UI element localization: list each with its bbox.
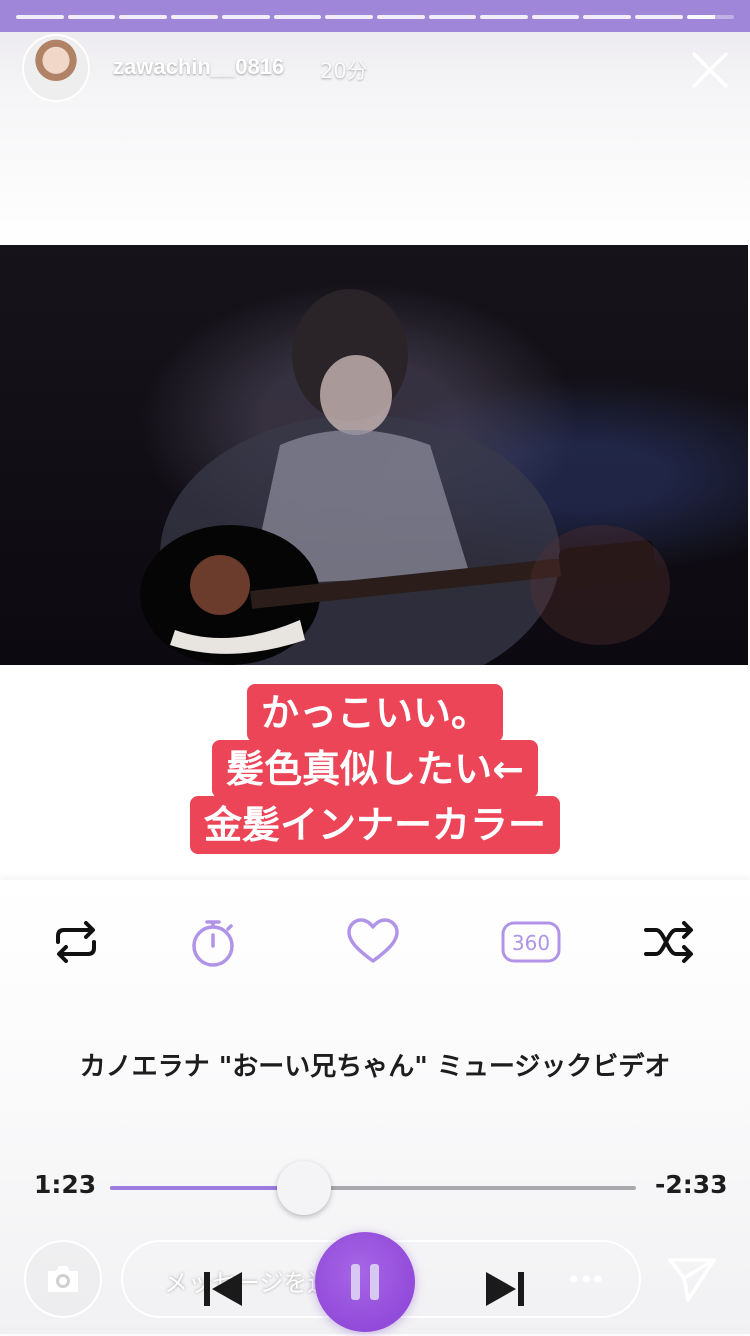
story-progress-segment [531,15,580,19]
pause-button[interactable] [315,1232,415,1332]
repeat-button[interactable] [48,914,104,970]
story-progress-segment [634,15,683,19]
story-progress-segment [325,15,374,19]
guitar-player-image [140,289,670,665]
repeat-icon [56,921,96,963]
timer-button[interactable] [185,914,241,970]
post-time: 20分 [320,59,368,83]
story-progress-segment [583,15,631,19]
seek-bar[interactable] [110,1161,636,1215]
close-icon [692,52,728,88]
shuffle-icon [644,921,693,963]
more-icon [570,1275,602,1283]
360-label: 360 [512,931,550,955]
story-progress-segment [480,15,528,19]
video-thumbnail[interactable] [0,245,748,665]
caption-line: 髪色真似したい← [212,740,538,798]
story-background [0,0,750,245]
story-progress-segment [222,15,270,19]
story-progress-segment [16,15,64,19]
song-title: カノエラナ "おーい兄ちゃん" ミュージックビデオ [79,1052,671,1082]
story-progress-segment [119,15,167,19]
timer-icon [192,920,234,967]
previous-track-button[interactable] [198,1266,248,1312]
shuffle-button[interactable] [642,914,698,970]
elapsed-time: 1:23 [34,1170,97,1199]
360-icon: 360 [501,921,561,963]
avatar[interactable] [24,36,88,100]
more-options-button[interactable] [566,1262,606,1296]
skip-previous-icon [204,1272,242,1306]
camera-icon [48,1266,78,1292]
heart-icon [347,918,399,963]
caption-line: かっこいい。 [246,684,503,742]
caption-line: 金髪インナーカラー [189,796,560,854]
skip-next-icon [486,1272,524,1306]
seek-progress [110,1186,304,1190]
close-button[interactable] [688,48,732,92]
story-progress-segment [67,15,116,19]
favorite-button[interactable] [345,914,401,970]
send-icon [668,1258,716,1302]
send-button[interactable] [664,1252,720,1306]
username[interactable]: zawachin__0816 [113,54,284,80]
camera-button[interactable] [24,1240,102,1318]
story-progress-segment [170,15,219,19]
story-caption: かっこいい。 髪色真似したい← 金髪インナーカラー [0,684,750,854]
pause-icon [351,1264,379,1300]
seek-thumb[interactable] [276,1161,331,1215]
story-progress-segment [377,15,425,19]
story-progress-segment [428,15,477,19]
story-progress-bars [16,15,735,19]
story-progress-segment [273,15,322,19]
remaining-time: -2:33 [655,1170,728,1199]
story-progress-segment [686,15,735,19]
360-view-button[interactable]: 360 [500,914,562,970]
next-track-button[interactable] [480,1266,530,1312]
